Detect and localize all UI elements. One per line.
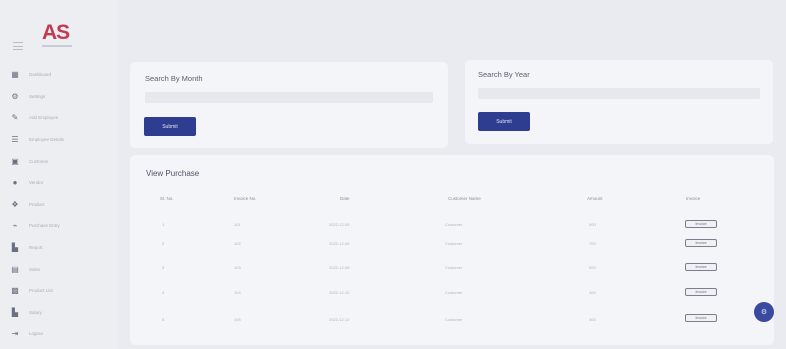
logout-icon: ⇥ [11,329,19,339]
sidebar-item-label: Add Employee [29,115,59,121]
cell-invoice-no: 103 [234,265,241,270]
view-purchase-title: View Purchase [146,169,200,178]
report-icon: ▙ [11,243,19,253]
sidebar-item-label: Vendor [29,180,44,186]
column-header-invoice: Invoice [686,196,701,201]
column-header-customer-name: Customer Name [448,196,481,201]
cell-amount: 700 [589,241,596,246]
sidebar: AS ▦ Dashboard ⚙ Settings ✎ Add Employee… [0,0,118,349]
sidebar-item-product-list[interactable]: ▩ Product List [10,280,114,302]
sidebar-item-product[interactable]: ❖ Product [10,194,114,216]
search-by-year-title: Search By Year [478,70,530,79]
cell-date: 2022-12-10 [329,290,350,295]
search-by-year-card: Search By Year Submit [465,60,773,144]
sidebar-item-salary[interactable]: ▙ Salary [10,302,114,324]
product-icon: ❖ [11,199,19,209]
sidebar-item-employee-details[interactable]: ☰ Employee Details [10,129,114,151]
cell-date: 2022-12-08 [329,265,350,270]
sidebar-item-label: Sales [29,266,41,272]
cell-sl-no: 5 [162,317,165,322]
column-header-invoice-no: Invoice No. [234,196,257,201]
customer-icon: ▣ [11,156,19,166]
cell-date: 2022-12-05 [329,222,350,227]
invoice-button[interactable]: Invoice [685,263,717,271]
sidebar-item-report[interactable]: ▙ Report [10,237,114,259]
purchase-icon: ⌁ [12,221,18,231]
sidebar-item-label: Customer [29,158,49,164]
cell-amount: 400 [589,290,596,295]
cell-date: 2022-12-12 [329,317,350,322]
user-icon: ● [12,178,18,188]
cell-amount: 500 [589,222,596,227]
sidebar-item-vendor[interactable]: ● Vendor [10,172,114,194]
cell-customer-name: Customer [445,222,463,227]
sidebar-item-label: Settings [29,93,46,99]
cell-amount: 900 [589,265,596,270]
cell-customer-name: Customer [445,265,463,270]
cell-sl-no: 1 [162,222,165,227]
cell-sl-no: 4 [162,290,165,295]
cell-customer-name: Customer [445,241,463,246]
sidebar-item-sales[interactable]: ▤ Sales [10,258,114,280]
month-submit-button[interactable]: Submit [144,117,196,136]
sidebar-item-settings[interactable]: ⚙ Settings [10,86,114,108]
sidebar-item-label: Salary [29,309,42,315]
cell-invoice-no: 104 [234,290,241,295]
list-icon: ☰ [11,135,19,145]
sidebar-nav: ▦ Dashboard ⚙ Settings ✎ Add Employee ☰ … [10,64,114,345]
cell-customer-name: Customer [445,290,463,295]
view-purchase-card: View Purchase Sl. No. Invoice No. Date C… [130,155,774,345]
sidebar-item-label: Report [29,245,43,251]
cell-customer-name: Customer [445,317,463,322]
sidebar-item-add-employee[interactable]: ✎ Add Employee [10,107,114,129]
cell-sl-no: 3 [162,265,165,270]
search-by-month-title: Search By Month [145,74,203,83]
cell-invoice-no: 105 [234,317,241,322]
chart-icon: ▙ [11,307,19,317]
sidebar-item-purchase-entry[interactable]: ⌁ Purchase Entry [10,215,114,237]
floating-settings-button[interactable]: ⚙ [754,302,774,322]
cell-invoice-no: 101 [234,222,241,227]
invoice-button[interactable]: Invoice [685,288,717,296]
hamburger-menu-icon[interactable] [13,42,23,50]
column-header-date: Date [340,196,350,201]
cell-sl-no: 2 [162,241,165,246]
cell-date: 2022-12-06 [329,241,350,246]
box-icon: ▩ [11,286,19,296]
logo[interactable]: AS [42,22,78,50]
column-header-sl-no: Sl. No. [160,196,174,201]
column-header-amount: Amount [587,196,603,201]
logo-mark: AS [42,21,70,44]
logo-tagline [42,45,72,47]
sidebar-item-label: Dashboard [29,72,52,78]
pencil-icon: ✎ [11,113,19,123]
month-input[interactable] [145,92,433,103]
sidebar-item-customer[interactable]: ▣ Customer [10,150,114,172]
sidebar-item-label: Product [29,201,45,207]
year-submit-button[interactable]: Submit [478,112,530,131]
sidebar-item-label: Employee Details [29,137,65,143]
invoice-button[interactable]: Invoice [685,314,717,322]
settings-icon: ⚙ [11,91,19,101]
cell-amount: 300 [589,317,596,322]
sidebar-item-dashboard[interactable]: ▦ Dashboard [10,64,114,86]
sales-icon: ▤ [11,264,19,274]
dashboard-icon: ▦ [11,70,19,80]
gear-icon: ⚙ [760,309,768,316]
search-by-month-card: Search By Month Submit [130,62,448,148]
sidebar-item-label: Purchase Entry [29,223,60,229]
sidebar-item-logout[interactable]: ⇥ Logout [10,323,114,345]
year-input[interactable] [478,88,760,99]
invoice-button[interactable]: Invoice [685,239,717,247]
invoice-button[interactable]: Invoice [685,220,717,228]
cell-invoice-no: 102 [234,241,241,246]
sidebar-item-label: Product List [29,288,53,294]
sidebar-item-label: Logout [29,331,43,337]
